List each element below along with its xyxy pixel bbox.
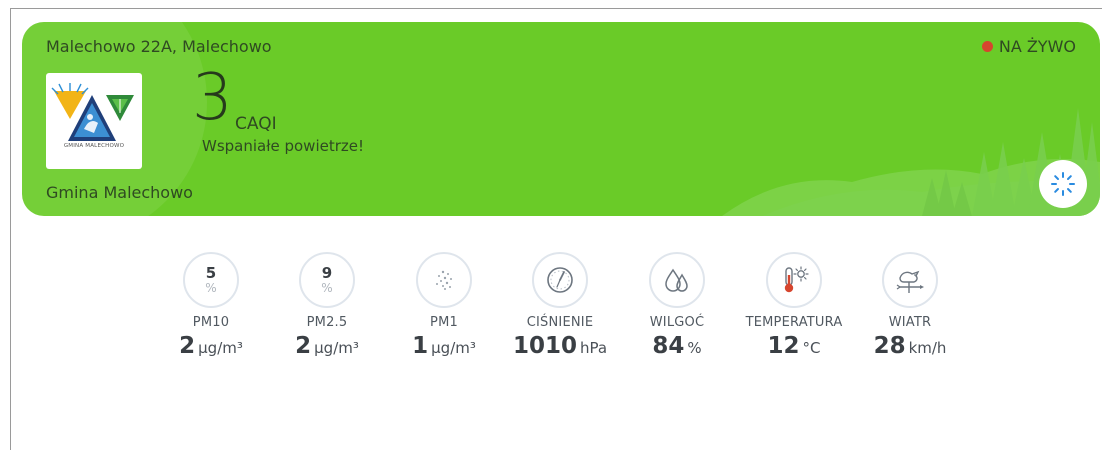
gauge-icon [547,267,573,293]
weathervane-icon [896,270,924,293]
temperature-label: TEMPERATURA [745,315,843,330]
gmina-logo: GMINA MALECHOWO [46,73,142,169]
gmina-logo-icon [51,83,134,141]
caqi-unit: CAQI [235,114,277,134]
metric-pressure: CIŚNIENIE 1010 hPa [500,252,620,359]
pm25-index-unit: % [321,281,333,295]
metric-wind: WIATR 28 km/h [850,252,970,359]
pm25-label: PM2.5 [306,315,348,330]
dots-icon [436,270,452,290]
metric-pm10: 5 % PM10 2 µg/m³ [151,252,271,359]
thermometer-sun-icon [784,266,809,293]
temperature-value: 12 [767,333,800,359]
logo-caption: GMINA MALECHOWO [63,143,125,149]
pm10-label: PM10 [192,315,230,330]
metric-pm1: PM1 1 µg/m³ [384,252,504,359]
pm1-label: PM1 [430,315,458,330]
wind-unit: km/h [908,339,947,357]
pressure-icon-circle [532,252,588,308]
metric-humidity: WILGOĆ 84% [617,252,737,359]
pm1-icon-circle [416,252,472,308]
caqi-description: Wspaniałe powietrze! [202,137,365,155]
wind-icon-circle [882,252,938,308]
pm10-index-value: 5 [205,264,217,282]
pm25-value: 2 [295,333,312,359]
live-dot-icon [981,41,993,52]
caqi-value: 3 [192,61,233,135]
pm25-index-circle: 9 % [299,252,355,308]
loading-spinner-icon [1051,172,1075,196]
pm1-unit: µg/m³ [431,339,476,357]
pressure-unit: hPa [579,339,608,357]
pressure-label: CIŚNIENIE [526,315,594,330]
window-border-left [10,8,11,450]
humidity-value: 84 [652,333,685,359]
temperature-unit: °C [802,339,821,357]
humidity-unit: % [687,339,702,357]
organization-name: Gmina Malechowo [46,183,193,202]
metric-temperature: TEMPERATURA 12 °C [734,252,854,359]
pm25-index-value: 9 [321,264,333,282]
wind-label: WIATR [888,315,932,330]
temperature-icon-circle [766,252,822,308]
pm10-value: 2 [179,333,196,359]
pm25-unit: µg/m³ [314,339,359,357]
air-quality-card: Malechowo 22A, Malechowo NA ŻYWO GMINA M… [22,22,1100,216]
live-label: NA ŻYWO [998,37,1076,56]
humidity-icon-circle [649,252,705,308]
wind-value: 28 [873,333,906,359]
metric-pm25: 9 % PM2.5 2 µg/m³ [267,252,387,359]
water-drops-icon [665,268,688,292]
window-border-top [10,8,1102,9]
refresh-button[interactable] [1039,160,1087,208]
pm1-value: 1 [412,333,429,359]
humidity-label: WILGOĆ [649,315,705,330]
pm10-index-circle: 5 % [183,252,239,308]
live-indicator: NA ŻYWO [981,37,1076,56]
pm10-index-unit: % [205,281,217,295]
station-location: Malechowo 22A, Malechowo [46,37,272,56]
pressure-value: 1010 [512,333,577,359]
pm10-unit: µg/m³ [198,339,243,357]
